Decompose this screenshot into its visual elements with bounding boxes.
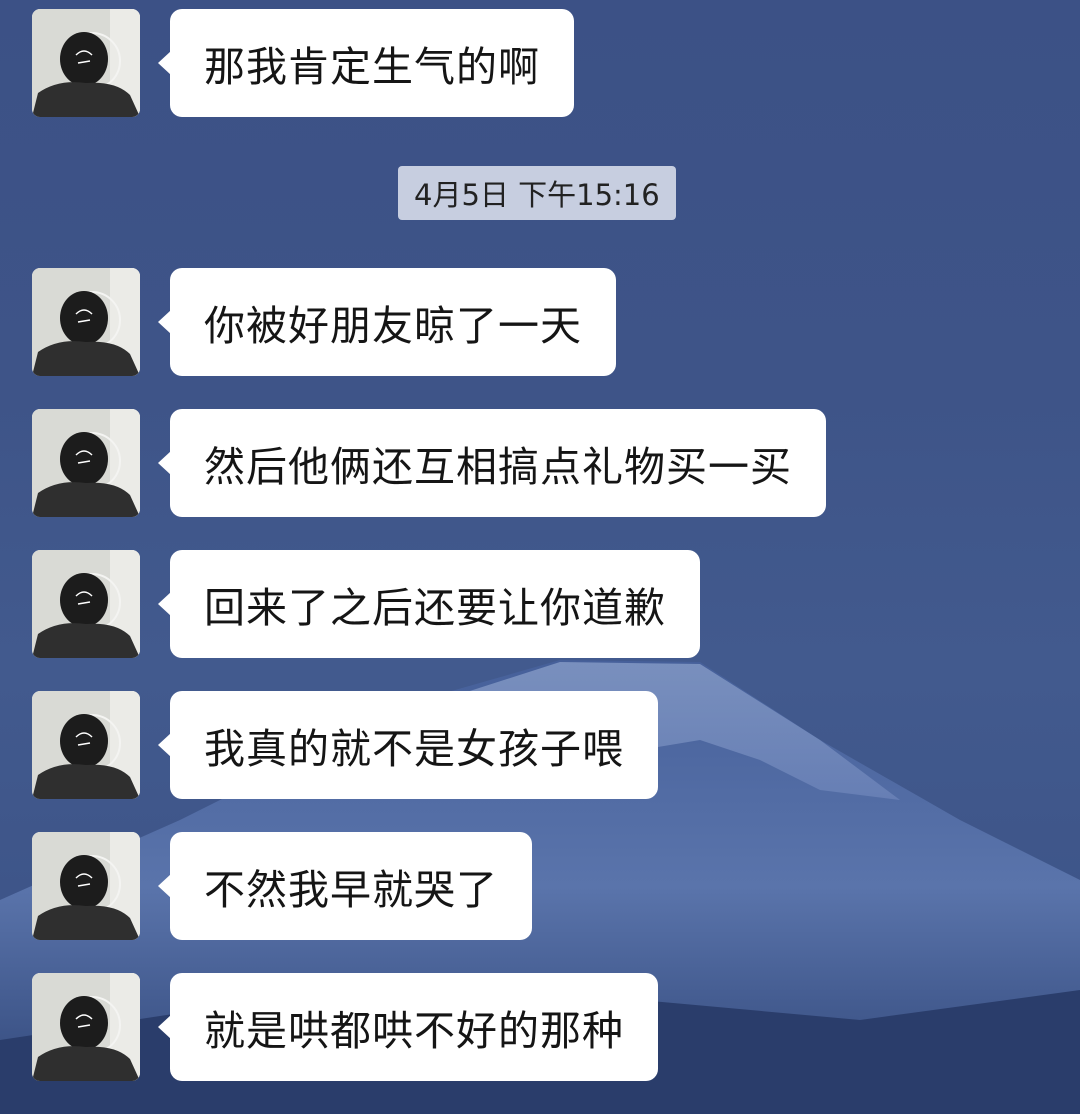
avatar[interactable] xyxy=(32,550,140,658)
avatar[interactable] xyxy=(32,832,140,940)
avatar[interactable] xyxy=(32,973,140,1081)
message-bubble[interactable]: 那我肯定生气的啊 xyxy=(158,9,574,117)
avatar[interactable] xyxy=(32,691,140,799)
message-bubble[interactable]: 不然我早就哭了 xyxy=(158,832,532,940)
avatar[interactable] xyxy=(32,409,140,517)
message-bubble[interactable]: 然后他俩还互相搞点礼物买一买 xyxy=(158,409,826,517)
message-bubble[interactable]: 我真的就不是女孩子喂 xyxy=(158,691,658,799)
avatar[interactable] xyxy=(32,268,140,376)
avatar[interactable] xyxy=(32,9,140,117)
message-bubble[interactable]: 回来了之后还要让你道歉 xyxy=(158,550,700,658)
message-bubble[interactable]: 你被好朋友晾了一天 xyxy=(158,268,616,376)
timestamp-label: 4月5日 下午15:16 xyxy=(398,166,676,220)
message-bubble[interactable]: 就是哄都哄不好的那种 xyxy=(158,973,658,1081)
